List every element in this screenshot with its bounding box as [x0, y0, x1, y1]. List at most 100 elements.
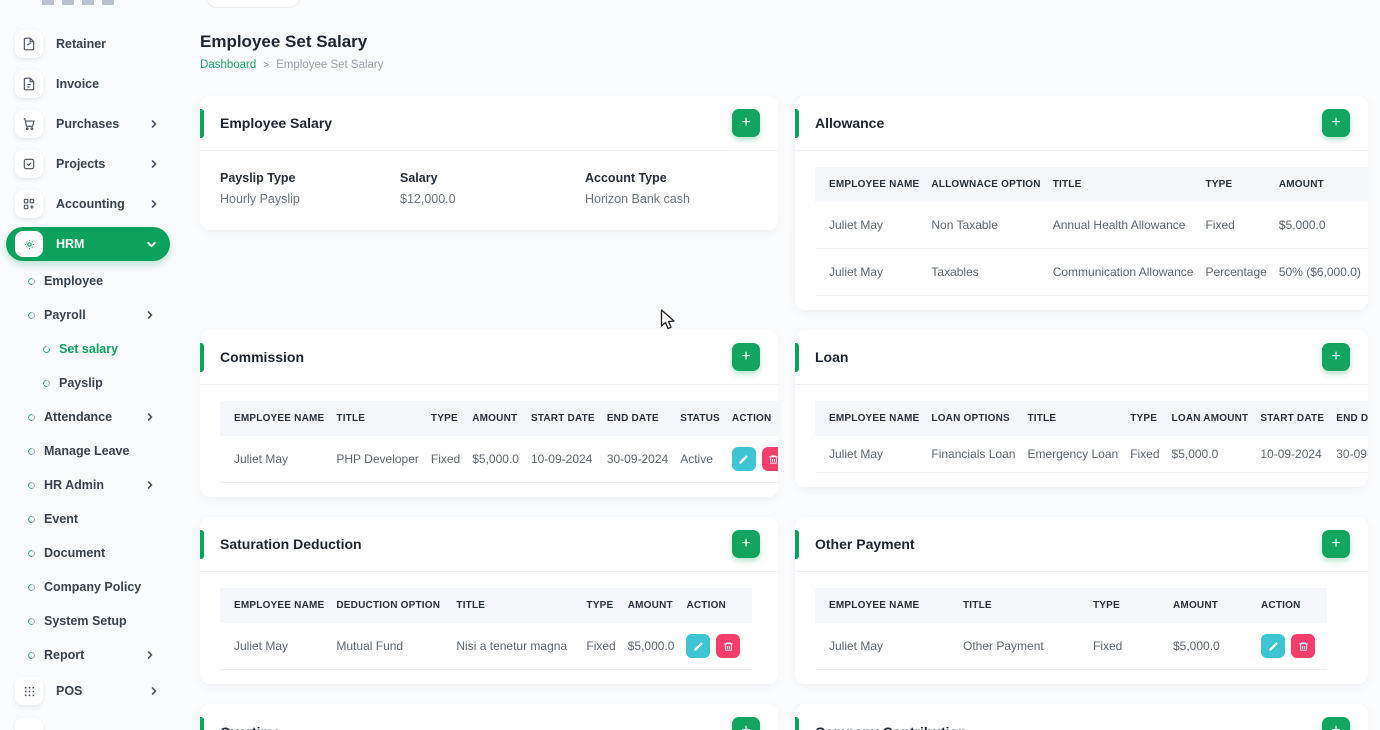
sidebar-item-hrm[interactable]: HRM [6, 227, 170, 261]
other-payment-table: EMPLOYEE NAME TITLE TYPE AMOUNT ACTION J… [815, 588, 1368, 670]
loan-table: EMPLOYEE NAME LOAN OPTIONS TITLE TYPE LO… [815, 401, 1368, 473]
edit-button[interactable] [1261, 634, 1285, 658]
sidebar-item-attendance[interactable]: Attendance [0, 400, 176, 434]
sidebar-item-manage-leave[interactable]: Manage Leave [0, 434, 176, 468]
col-header: EMPLOYEE NAME [829, 413, 920, 424]
invoice-icon [15, 70, 43, 98]
breadcrumb-separator: > [263, 59, 270, 71]
chevron-down-icon [147, 240, 156, 249]
sidebar-item-pos[interactable]: POS [0, 672, 176, 710]
bullet-icon [41, 378, 52, 388]
card-title: Employee Salary [220, 115, 333, 131]
col-header: LOAN OPTIONS [931, 413, 1010, 424]
field-value: Horizon Bank cash [585, 192, 690, 206]
saturation-deduction-card: Saturation Deduction + EMPLOYEE NAME DED… [200, 517, 778, 684]
col-header: TITLE [336, 413, 366, 424]
loan-card: Loan + EMPLOYEE NAME LOAN OPTIONS TITLE … [795, 330, 1368, 487]
bullet-icon [26, 548, 37, 558]
payslip-type-field: Payslip Type Hourly Payslip [220, 171, 400, 206]
breadcrumb-dashboard-link[interactable]: Dashboard [200, 59, 256, 71]
col-header: END DATE [1336, 413, 1368, 424]
other-payment-card: Other Payment + EMPLOYEE NAME TITLE TYPE… [795, 517, 1368, 684]
delete-button[interactable] [761, 447, 778, 471]
hrm-icon [15, 231, 43, 257]
add-commission-button[interactable]: + [732, 343, 760, 371]
bullet-icon [26, 412, 37, 422]
commission-table: EMPLOYEE NAME TITLE TYPE AMOUNT START DA… [220, 401, 778, 483]
sidebar-item-cropped [15, 718, 43, 730]
bullet-icon [26, 514, 37, 524]
field-label: Payslip Type [220, 171, 296, 185]
table-row: Juliet May Taxables Communication Allowa… [815, 248, 1368, 296]
sidebar-item-system-setup[interactable]: System Setup [0, 604, 176, 638]
col-header: TYPE [430, 413, 458, 424]
sidebar-item-set-salary[interactable]: Set salary [0, 332, 176, 366]
col-header: STATUS [680, 413, 720, 424]
sidebar-item-projects[interactable]: Projects [0, 144, 176, 184]
sidebar-item-hr-admin[interactable]: HR Admin [0, 468, 176, 502]
status-badge: Active [680, 436, 732, 483]
add-company-contribution-button[interactable]: + [1322, 717, 1350, 730]
edit-button[interactable] [731, 447, 756, 471]
col-header: AMOUNT [1173, 600, 1219, 611]
table-row: Juliet May Other Payment Fixed $5,000.0 [815, 623, 1327, 670]
sidebar-label: Payroll [44, 308, 86, 322]
sidebar-label: Projects [56, 157, 106, 171]
card-title: Commission [220, 349, 305, 365]
col-header: ACTION [1261, 600, 1301, 611]
sidebar-label: Manage Leave [44, 444, 130, 458]
page-title: Employee Set Salary [200, 32, 368, 51]
add-allowance-button[interactable]: + [1322, 109, 1350, 137]
edit-button[interactable] [686, 634, 711, 658]
bullet-icon [26, 582, 37, 592]
table-header-row: EMPLOYEE NAME LOAN OPTIONS TITLE TYPE LO… [815, 401, 1368, 436]
field-label: Salary [400, 171, 438, 185]
overtime-card: Overtime + [200, 704, 778, 730]
card-title: Other Payment [815, 536, 915, 552]
col-header: TITLE [963, 600, 992, 611]
col-header: AMOUNT [1278, 179, 1324, 190]
sidebar-item-payslip[interactable]: Payslip [0, 366, 176, 400]
allowance-card: Allowance + EMPLOYEE NAME ALLOWNACE OPTI… [795, 96, 1368, 310]
add-other-payment-button[interactable]: + [1322, 530, 1350, 558]
add-employee-salary-button[interactable]: + [732, 109, 760, 137]
app-root: Retainer Invoice Purchases Projects Acco… [0, 0, 1380, 730]
chevron-right-icon [150, 687, 158, 695]
sidebar-item-employee[interactable]: Employee [0, 264, 176, 298]
sidebar-label: System Setup [44, 614, 127, 628]
delete-button[interactable] [1291, 634, 1315, 658]
sidebar-item-company-policy[interactable]: Company Policy [0, 570, 176, 604]
table-header-row: EMPLOYEE NAME DEDUCTION OPTION TITLE TYP… [220, 588, 753, 623]
sidebar-label: Purchases [56, 117, 120, 131]
sidebar-item-accounting[interactable]: Accounting [0, 184, 176, 224]
add-loan-button[interactable]: + [1322, 343, 1350, 371]
add-saturation-deduction-button[interactable]: + [732, 530, 760, 558]
sidebar-label: Set salary [59, 342, 119, 356]
sidebar-label: Event [44, 512, 79, 526]
bullet-icon [26, 446, 37, 456]
sidebar-item-event[interactable]: Event [0, 502, 176, 536]
sidebar-label: Retainer [56, 37, 107, 51]
projects-icon [15, 150, 43, 178]
add-overtime-button[interactable]: + [732, 717, 760, 730]
col-header: TITLE [1052, 179, 1082, 190]
col-header: ACTION [731, 413, 772, 424]
field-value: Hourly Payslip [220, 192, 300, 206]
sidebar-item-document[interactable]: Document [0, 536, 176, 570]
saturation-deduction-table: EMPLOYEE NAME DEDUCTION OPTION TITLE TYP… [220, 588, 778, 670]
delete-button[interactable] [716, 634, 741, 658]
card-title: Saturation Deduction [220, 536, 362, 552]
chevron-right-icon [150, 200, 158, 208]
sidebar-item-retainer[interactable]: Retainer [0, 24, 176, 64]
main-content: Employee Set Salary Dashboard > Employee… [176, 0, 1380, 730]
sidebar-label: Payslip [59, 376, 103, 390]
chevron-right-icon [146, 481, 154, 489]
sidebar-item-purchases[interactable]: Purchases [0, 104, 176, 144]
sidebar-item-report[interactable]: Report [0, 638, 176, 672]
sidebar-item-payroll[interactable]: Payroll [0, 298, 176, 332]
sidebar-item-invoice[interactable]: Invoice [0, 64, 176, 104]
bullet-icon [26, 616, 37, 626]
col-header: ACTION [686, 600, 726, 611]
account-type-field: Account Type Horizon Bank cash [585, 171, 690, 206]
col-header: TYPE [586, 600, 614, 611]
